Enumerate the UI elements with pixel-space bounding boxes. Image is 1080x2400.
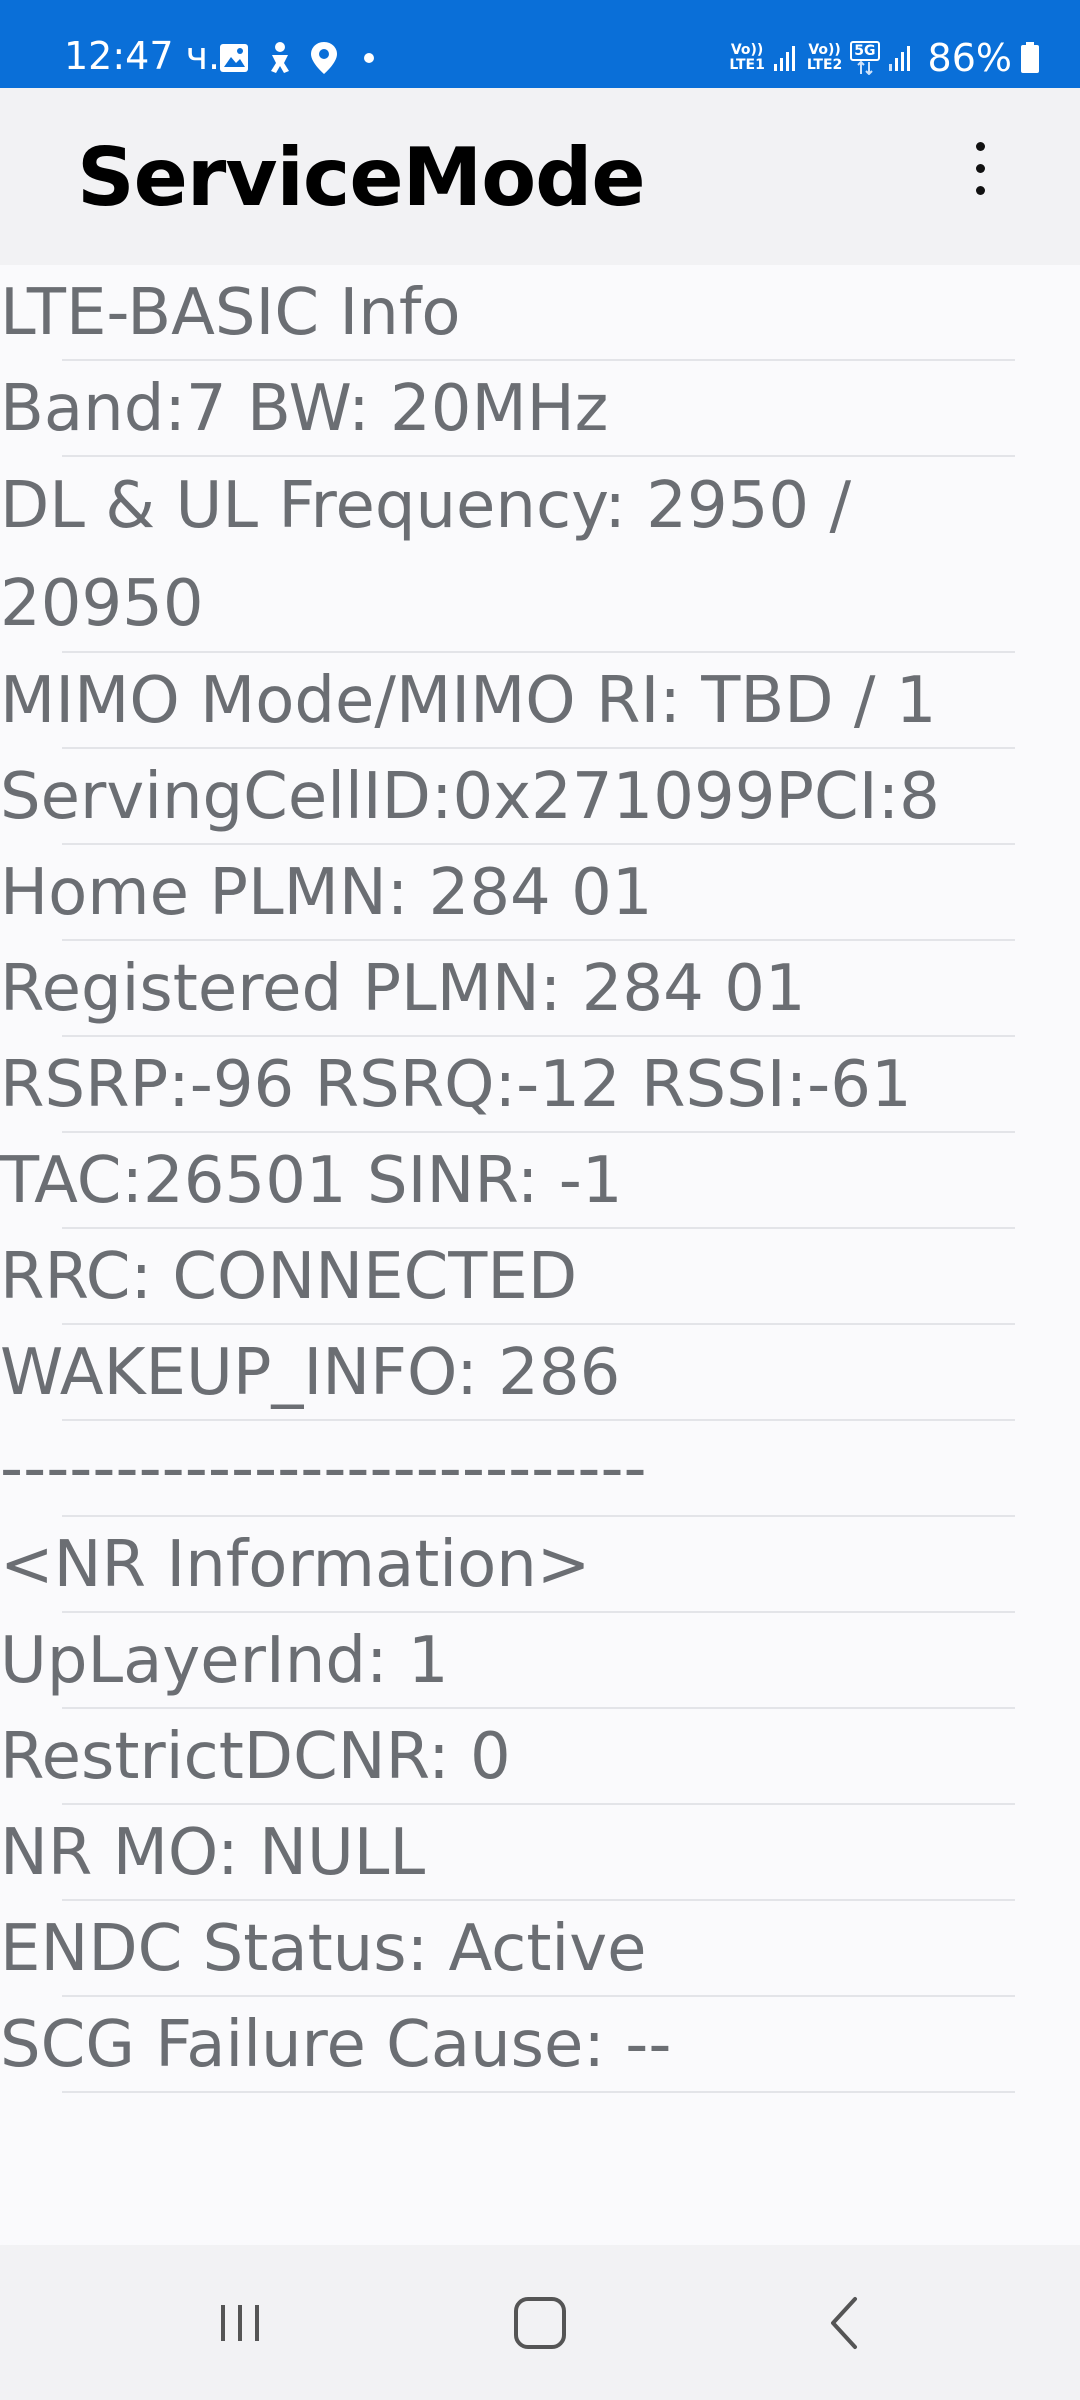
battery-icon: [1021, 42, 1039, 73]
info-line: Registered PLMN: 284 01: [0, 941, 1080, 1037]
location-icon: [311, 42, 337, 74]
more-vert-icon: [976, 142, 985, 151]
info-line: ENDC Status: Active: [0, 1901, 1080, 1997]
service-info-list[interactable]: LTE-BASIC Info Band:7 BW: 20MHz DL & UL …: [0, 265, 1080, 2245]
separator-line: ----------------------------: [0, 1421, 1080, 1517]
info-line: ServingCellID:0x271099PCI:8: [0, 749, 1080, 845]
info-text: NR MO: NULL: [0, 1816, 426, 1890]
more-vert-dot: [976, 164, 985, 173]
more-options-button[interactable]: [955, 138, 1005, 218]
info-text: MIMO Mode/MIMO RI: TBD / 1: [0, 664, 937, 738]
info-line: Band:7 BW: 20MHz: [0, 361, 1080, 457]
home-icon: [514, 2296, 566, 2349]
info-line: RSRP:-96 RSRQ:-12 RSSI:-61: [0, 1037, 1080, 1133]
home-button[interactable]: [460, 2245, 620, 2400]
network-type-indicator: 5G: [850, 41, 880, 75]
recents-button[interactable]: [160, 2245, 320, 2400]
info-line: NR MO: NULL: [0, 1805, 1080, 1901]
info-text: Home PLMN: 284 01: [0, 856, 653, 930]
info-text: ----------------------------: [0, 1432, 647, 1506]
info-line: DL & UL Frequency: 2950 / 20950: [0, 457, 1015, 653]
info-text: UpLayerInd: 1: [0, 1624, 449, 1698]
network-type: 5G: [850, 41, 880, 61]
recents-icon: [221, 2304, 259, 2341]
data-arrows-icon: [857, 61, 873, 75]
back-button[interactable]: [765, 2245, 925, 2400]
info-line: RRC: CONNECTED: [0, 1229, 1080, 1325]
notification-dot-icon: [364, 53, 374, 63]
info-text: ServingCellID:0x271099PCI:8: [0, 760, 940, 834]
info-line: Home PLMN: 284 01: [0, 845, 1080, 941]
info-line: TAC:26501 SINR: -1: [0, 1133, 1080, 1229]
info-text: Registered PLMN: 284 01: [0, 952, 806, 1026]
info-text: RestrictDCNR: 0: [0, 1720, 511, 1794]
more-vert-dot: [976, 186, 985, 195]
accessibility-icon: [271, 42, 289, 73]
signal-icon: [773, 46, 795, 71]
info-line: WAKEUP_INFO: 286: [0, 1325, 1080, 1421]
navigation-bar: [0, 2245, 1080, 2400]
status-icons-left: [218, 38, 382, 78]
info-text: TAC:26501 SINR: -1: [0, 1144, 623, 1218]
sim2-volte-label: Vo)) LTE2: [806, 42, 843, 73]
info-text: LTE-BASIC Info: [0, 276, 461, 350]
sim1-volte-label: Vo)) LTE1: [729, 42, 765, 73]
info-line: MIMO Mode/MIMO RI: TBD / 1: [0, 653, 1080, 749]
back-icon: [831, 2296, 857, 2349]
status-bar: 12:47 ч. Vo)) LTE1 Vo)) LTE2 5G 86%: [0, 0, 1080, 88]
gallery-icon: [220, 44, 248, 72]
info-line: LTE-BASIC Info: [0, 265, 1080, 361]
info-text: RSRP:-96 RSRQ:-12 RSSI:-61: [0, 1048, 912, 1122]
info-line: SCG Failure Cause: --: [0, 1997, 1080, 2093]
battery-percent: 86%: [927, 36, 1012, 80]
app-title: ServiceMode: [77, 131, 646, 224]
info-text: SCG Failure Cause: --: [0, 2008, 672, 2082]
info-text: Band:7 BW: 20MHz: [0, 372, 609, 446]
info-text: RRC: CONNECTED: [0, 1240, 578, 1314]
section-header: <NR Information>: [0, 1517, 1080, 1613]
info-text: <NR Information>: [0, 1528, 591, 1602]
signal-icon: [888, 46, 910, 71]
info-line: UpLayerInd: 1: [0, 1613, 1080, 1709]
status-time: 12:47 ч.: [64, 34, 221, 78]
info-text: WAKEUP_INFO: 286: [0, 1336, 621, 1410]
info-line: RestrictDCNR: 0: [0, 1709, 1080, 1805]
app-bar: ServiceMode: [0, 88, 1080, 265]
status-icons-right: Vo)) LTE1 Vo)) LTE2 5G 86%: [729, 34, 1040, 82]
info-text: ENDC Status: Active: [0, 1912, 647, 1986]
divider: [62, 2091, 1015, 2093]
info-text: DL & UL Frequency: 2950 / 20950: [0, 469, 852, 641]
